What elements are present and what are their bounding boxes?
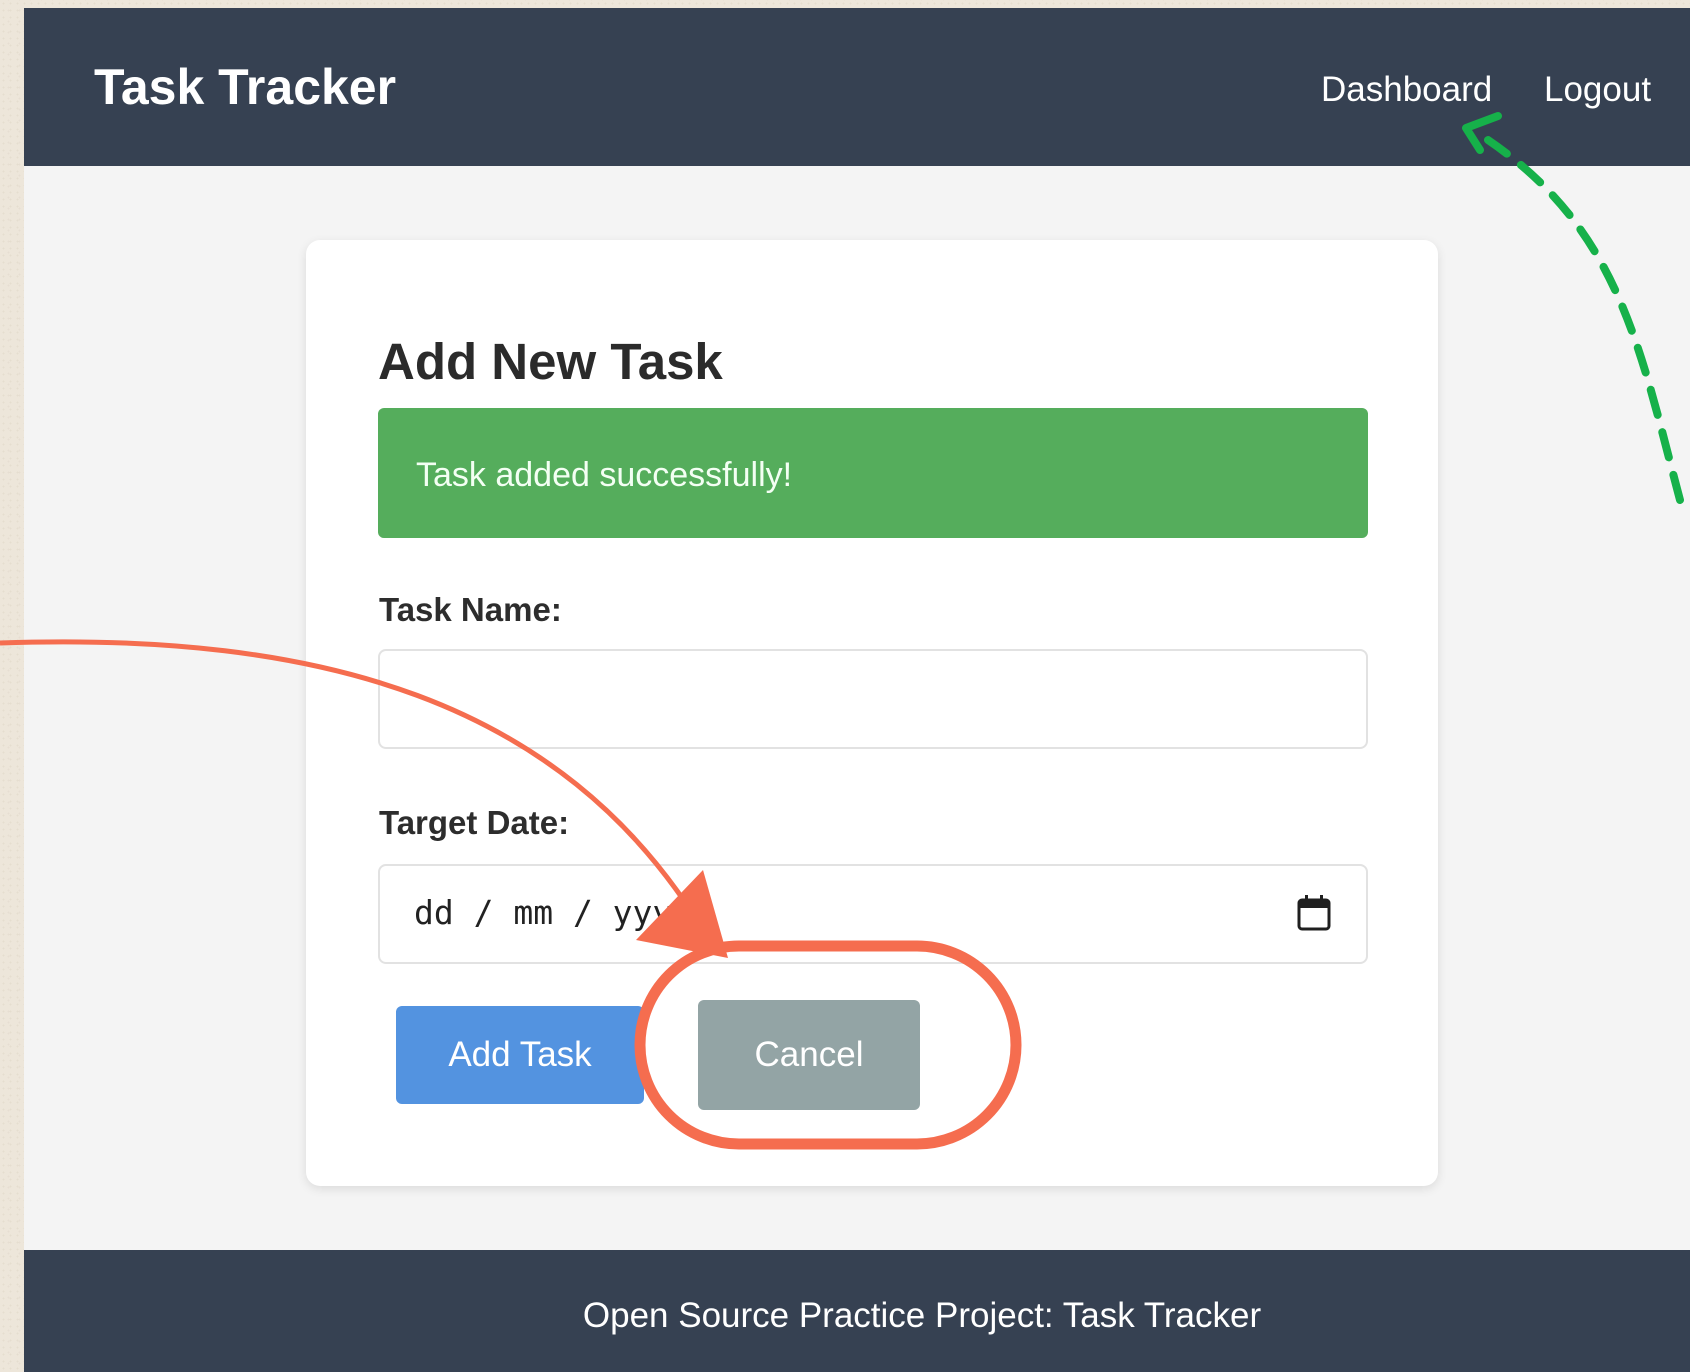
add-task-card: Add New Task Task added successfully! Ta… — [306, 240, 1438, 1186]
page-title: Add New Task — [378, 333, 723, 390]
nav-link-logout[interactable]: Logout — [1544, 72, 1651, 107]
task-name-input[interactable] — [380, 651, 1366, 747]
add-task-button[interactable]: Add Task — [396, 1006, 644, 1104]
top-navbar: Task Tracker Dashboard Logout — [24, 8, 1690, 166]
task-name-label: Task Name: — [379, 591, 562, 628]
task-name-field[interactable] — [378, 649, 1368, 749]
app-window: Task Tracker Dashboard Logout Add New Ta… — [24, 8, 1690, 1372]
footer-text: Open Source Practice Project: Task Track… — [582, 1296, 1262, 1335]
app-brand[interactable]: Task Tracker — [94, 62, 396, 112]
success-alert: Task added successfully! — [378, 408, 1368, 538]
nav-link-dashboard[interactable]: Dashboard — [1321, 72, 1492, 107]
page-footer: Open Source Practice Project: Task Track… — [24, 1250, 1690, 1372]
cancel-button[interactable]: Cancel — [698, 1000, 920, 1110]
target-date-label: Target Date: — [379, 804, 570, 841]
calendar-icon[interactable] — [1296, 894, 1332, 932]
target-date-field[interactable]: dd / mm / yyyy — [378, 864, 1368, 964]
success-alert-text: Task added successfully! — [416, 456, 793, 494]
target-date-placeholder: dd / mm / yyyy — [414, 893, 693, 932]
